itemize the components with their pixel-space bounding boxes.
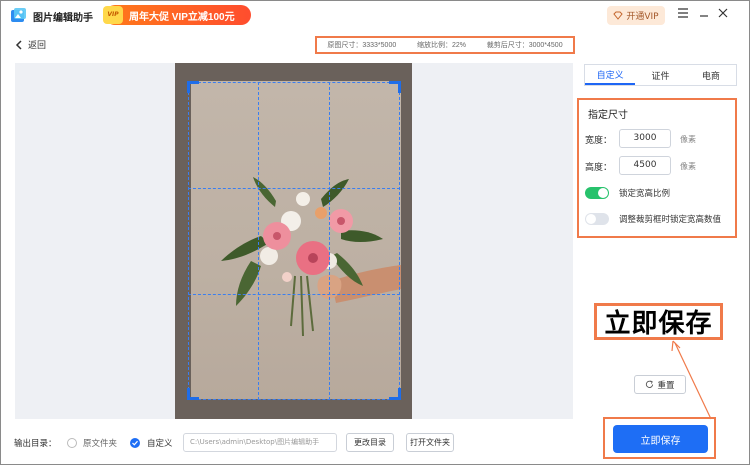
- app-logo-icon: [11, 8, 26, 22]
- crop-grid-line: [188, 188, 400, 189]
- width-label: 宽度：: [585, 136, 613, 146]
- output-path-input[interactable]: C:\Users\admin\Desktop\图片编辑助手: [183, 433, 337, 452]
- vip-coin-icon: VIP: [103, 6, 123, 24]
- save-highlight-frame: 立即保存: [603, 417, 716, 459]
- radio-custom-folder[interactable]: [130, 438, 140, 448]
- title-bar: 图片编辑助手 VIP 周年大促 VIP立减100元 开通VIP: [1, 1, 749, 31]
- promo-text: 周年大促 VIP立减100元: [129, 12, 235, 23]
- save-now-button[interactable]: 立即保存: [613, 425, 708, 453]
- open-folder-button[interactable]: 打开文件夹: [406, 433, 454, 452]
- back-button[interactable]: 返回: [15, 38, 46, 51]
- minimize-icon[interactable]: [697, 7, 711, 19]
- output-dir-label: 输出目录：: [14, 439, 57, 449]
- diamond-icon: [613, 11, 624, 20]
- lock-ratio-label: 锁定宽高比例: [619, 189, 671, 199]
- back-label: 返回: [28, 41, 47, 51]
- crop-handle-bottom-right[interactable]: [389, 388, 401, 400]
- width-input[interactable]: 3000: [619, 129, 671, 148]
- chevron-left-icon: [15, 39, 22, 50]
- crop-grid-line: [258, 82, 259, 400]
- crop-handle-bottom-left[interactable]: [187, 388, 199, 400]
- refresh-icon: [646, 380, 654, 388]
- reset-button[interactable]: 重置: [634, 375, 686, 394]
- original-folder-label: 原文件夹: [83, 439, 118, 449]
- size-settings-panel: 指定尺寸 宽度： 3000 像素 高度： 4500 像素 锁定宽高比例 调整裁剪…: [577, 98, 737, 238]
- tab-id-photo[interactable]: 证件: [635, 65, 685, 85]
- tab-ecommerce[interactable]: 电商: [686, 65, 736, 85]
- close-icon[interactable]: [716, 7, 730, 19]
- change-dir-button[interactable]: 更改目录: [346, 433, 394, 452]
- image-info-bar: 原图尺寸：3333*5000 缩放比例：22% 裁剪后尺寸：3000*4500: [315, 36, 575, 54]
- menu-icon[interactable]: [676, 7, 690, 19]
- lock-ratio-toggle[interactable]: [585, 187, 609, 199]
- save-callout-label: 立即保存: [594, 303, 723, 340]
- crop-handle-top-right[interactable]: [389, 81, 401, 93]
- height-unit: 像素: [680, 162, 696, 171]
- crop-grid-line: [329, 82, 330, 400]
- lock-values-toggle[interactable]: [585, 213, 609, 225]
- open-vip-button[interactable]: 开通VIP: [607, 6, 665, 25]
- app-window: 图片编辑助手 VIP 周年大促 VIP立减100元 开通VIP 返回 原图尺寸：…: [0, 0, 750, 465]
- crop-grid-line: [188, 294, 400, 295]
- open-vip-label: 开通VIP: [626, 12, 659, 22]
- size-panel-title: 指定尺寸: [588, 110, 628, 121]
- crop-handle-top-left[interactable]: [187, 81, 199, 93]
- original-size-text: 原图尺寸：3333*5000: [327, 42, 397, 49]
- zoom-ratio-text: 缩放比例：22%: [416, 42, 466, 49]
- checkmark-icon: [132, 440, 138, 446]
- radio-original-folder[interactable]: [67, 438, 77, 448]
- crop-frame[interactable]: [188, 82, 400, 400]
- cropped-size-text: 裁剪后尺寸：3000*4500: [486, 42, 563, 49]
- lock-values-label: 调整裁剪框时锁定宽高数值: [619, 215, 722, 225]
- output-bar: 输出目录： 原文件夹 自定义 C:\Users\admin\Desktop\图片…: [1, 431, 601, 455]
- app-name: 图片编辑助手: [33, 13, 93, 24]
- crop-mode-tabs: 自定义 证件 电商: [584, 64, 737, 86]
- custom-folder-label: 自定义: [147, 439, 173, 449]
- width-unit: 像素: [680, 135, 696, 144]
- reset-label: 重置: [657, 380, 675, 391]
- height-input[interactable]: 4500: [619, 156, 671, 175]
- promo-banner[interactable]: VIP 周年大促 VIP立减100元: [103, 5, 251, 25]
- tab-custom[interactable]: 自定义: [585, 65, 636, 85]
- height-label: 高度：: [585, 163, 613, 173]
